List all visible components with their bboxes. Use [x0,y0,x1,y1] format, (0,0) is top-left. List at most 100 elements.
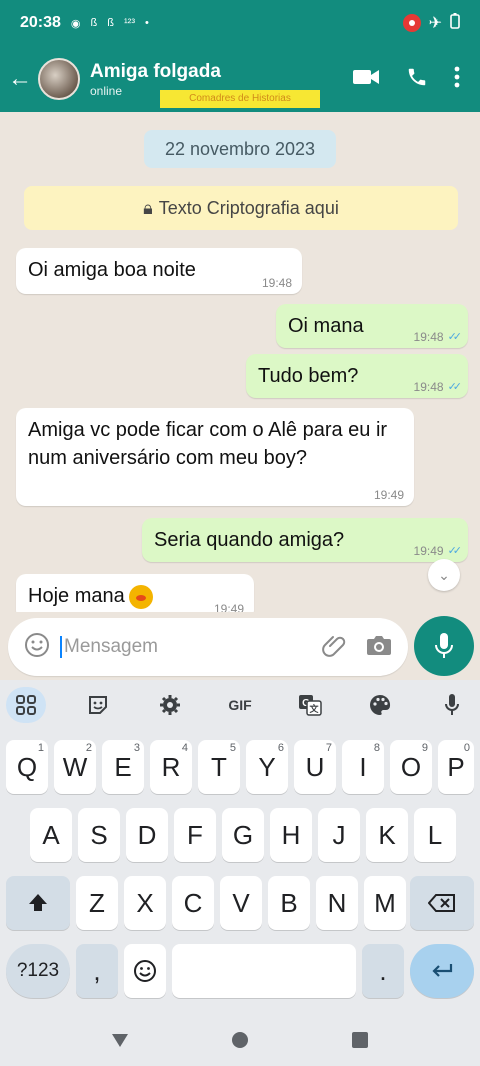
keyboard: GIF G文 Q1 W2 E3 R4 T5 Y6 U7 I8 O9 P0 A S… [0,680,480,1018]
message-text: Seria quando amiga? [154,529,345,551]
enter-icon [432,964,453,977]
emoji-key[interactable] [124,944,166,998]
key-k[interactable]: K [366,808,408,862]
message-bubble[interactable]: Amiga vc pode ficar com o Alê para eu ir… [16,408,414,506]
enter-key[interactable] [410,944,474,998]
blushing-face-icon [128,584,153,609]
system-nav-bar [0,1018,480,1066]
key-q[interactable]: Q1 [6,740,48,794]
message-composer [8,618,408,676]
123-icon: ¹²³ [124,17,135,29]
settings-icon[interactable] [150,687,190,723]
watermark: Comadres de Historias [160,90,320,108]
palette-icon[interactable] [360,687,400,723]
message-text: Hoje mana [28,582,242,610]
message-text-content: Hoje mana [28,585,125,607]
message-bubble[interactable]: Seria quando amiga? 19:49 ✓✓ [142,518,468,562]
key-e[interactable]: E3 [102,740,144,794]
contact-name: Amiga folgada [90,60,221,82]
key-y[interactable]: Y6 [246,740,288,794]
key-j[interactable]: J [318,808,360,862]
home-nav-icon[interactable] [231,1031,249,1054]
key-n[interactable]: N [316,876,358,930]
message-bubble[interactable]: Tudo bem? 19:48 ✓✓ [246,354,468,398]
key-c[interactable]: C [172,876,214,930]
key-m[interactable]: M [364,876,406,930]
message-text: Oi amiga boa noite [28,259,196,281]
emoji-icon[interactable] [24,632,50,663]
video-call-icon[interactable] [352,67,380,92]
date-chip: 22 novembro 2023 [144,130,336,168]
voice-message-button[interactable] [414,616,474,676]
status-bar: 20:38 ◉ ß ß ¹²³ • ✈ [0,0,480,46]
period-key[interactable]: . [362,944,404,998]
dot-icon: • [145,17,149,29]
encryption-notice[interactable]: 🔒︎ Texto Criptografia aqui [24,186,458,230]
comma-key[interactable]: , [76,944,118,998]
message-bubble[interactable]: Oi mana 19:48 ✓✓ [276,304,468,348]
more-options-icon[interactable] [454,66,460,93]
key-r[interactable]: R4 [150,740,192,794]
message-time: 19:48 [261,276,292,290]
read-receipt-icon: ✓✓ [447,381,463,393]
airplane-icon: ✈ [428,15,442,32]
voice-input-icon[interactable] [432,687,472,723]
space-key[interactable] [172,944,356,998]
camera-icon[interactable] [366,634,392,661]
encryption-text: Texto Criptografia aqui [158,197,339,218]
whatsapp-status-icon: ◉ [70,17,81,30]
gif-button[interactable]: GIF [220,687,260,723]
key-l[interactable]: L [414,808,456,862]
key-x[interactable]: X [124,876,166,930]
message-time: 19:49 [213,602,244,612]
key-h[interactable]: H [270,808,312,862]
message-time: 19:48 [413,330,444,344]
chat-area[interactable]: 22 novembro 2023 🔒︎ Texto Criptografia a… [0,112,480,612]
key-a[interactable]: A [30,808,72,862]
avatar[interactable] [38,58,80,100]
symbols-key[interactable]: ?123 [6,944,70,998]
sticker-icon[interactable] [78,687,118,723]
record-icon [402,14,421,32]
key-p[interactable]: P0 [438,740,474,794]
key-b[interactable]: B [268,876,310,930]
key-i[interactable]: I8 [342,740,384,794]
recents-nav-icon[interactable] [351,1031,369,1054]
message-time: 19:48 [413,380,444,394]
translate-icon[interactable]: G文 [290,687,330,723]
message-time: 19:49 [413,544,444,558]
svg-text:文: 文 [308,703,319,714]
key-t[interactable]: T5 [198,740,240,794]
lock-icon: 🔒︎ [143,197,153,218]
read-receipt-icon: ✓✓ [447,545,463,557]
read-receipt-icon: ✓✓ [447,331,463,343]
phone-call-icon[interactable] [406,66,428,93]
attach-icon[interactable] [322,632,348,663]
key-u[interactable]: U7 [294,740,336,794]
shift-key[interactable] [6,876,70,930]
key-d[interactable]: D [126,808,168,862]
backspace-key[interactable] [410,876,474,930]
composer-row [0,612,480,680]
scroll-down-icon[interactable]: ⌄ [428,559,460,591]
key-g[interactable]: G [222,808,264,862]
message-time: 19:49 [373,488,404,502]
microphone-icon [435,633,453,658]
key-v[interactable]: V [220,876,262,930]
message-bubble[interactable]: Hoje mana 19:49 [16,574,254,612]
apps-icon[interactable] [6,687,46,723]
message-bubble[interactable]: Oi amiga boa noite 19:48 [16,248,302,294]
status-time: 20:38 [20,14,61,31]
message-input[interactable] [60,636,322,658]
key-s[interactable]: S [78,808,120,862]
b-icon: ß [90,17,98,29]
key-z[interactable]: Z [76,876,118,930]
key-w[interactable]: W2 [54,740,96,794]
back-nav-icon[interactable] [111,1032,129,1053]
keyboard-toolbar: GIF G文 [0,680,480,730]
key-f[interactable]: F [174,808,216,862]
back-arrow-icon[interactable]: ← [2,46,38,112]
key-o[interactable]: O9 [390,740,432,794]
status-right-icons: ✈ [402,12,460,34]
backspace-icon [428,894,455,912]
